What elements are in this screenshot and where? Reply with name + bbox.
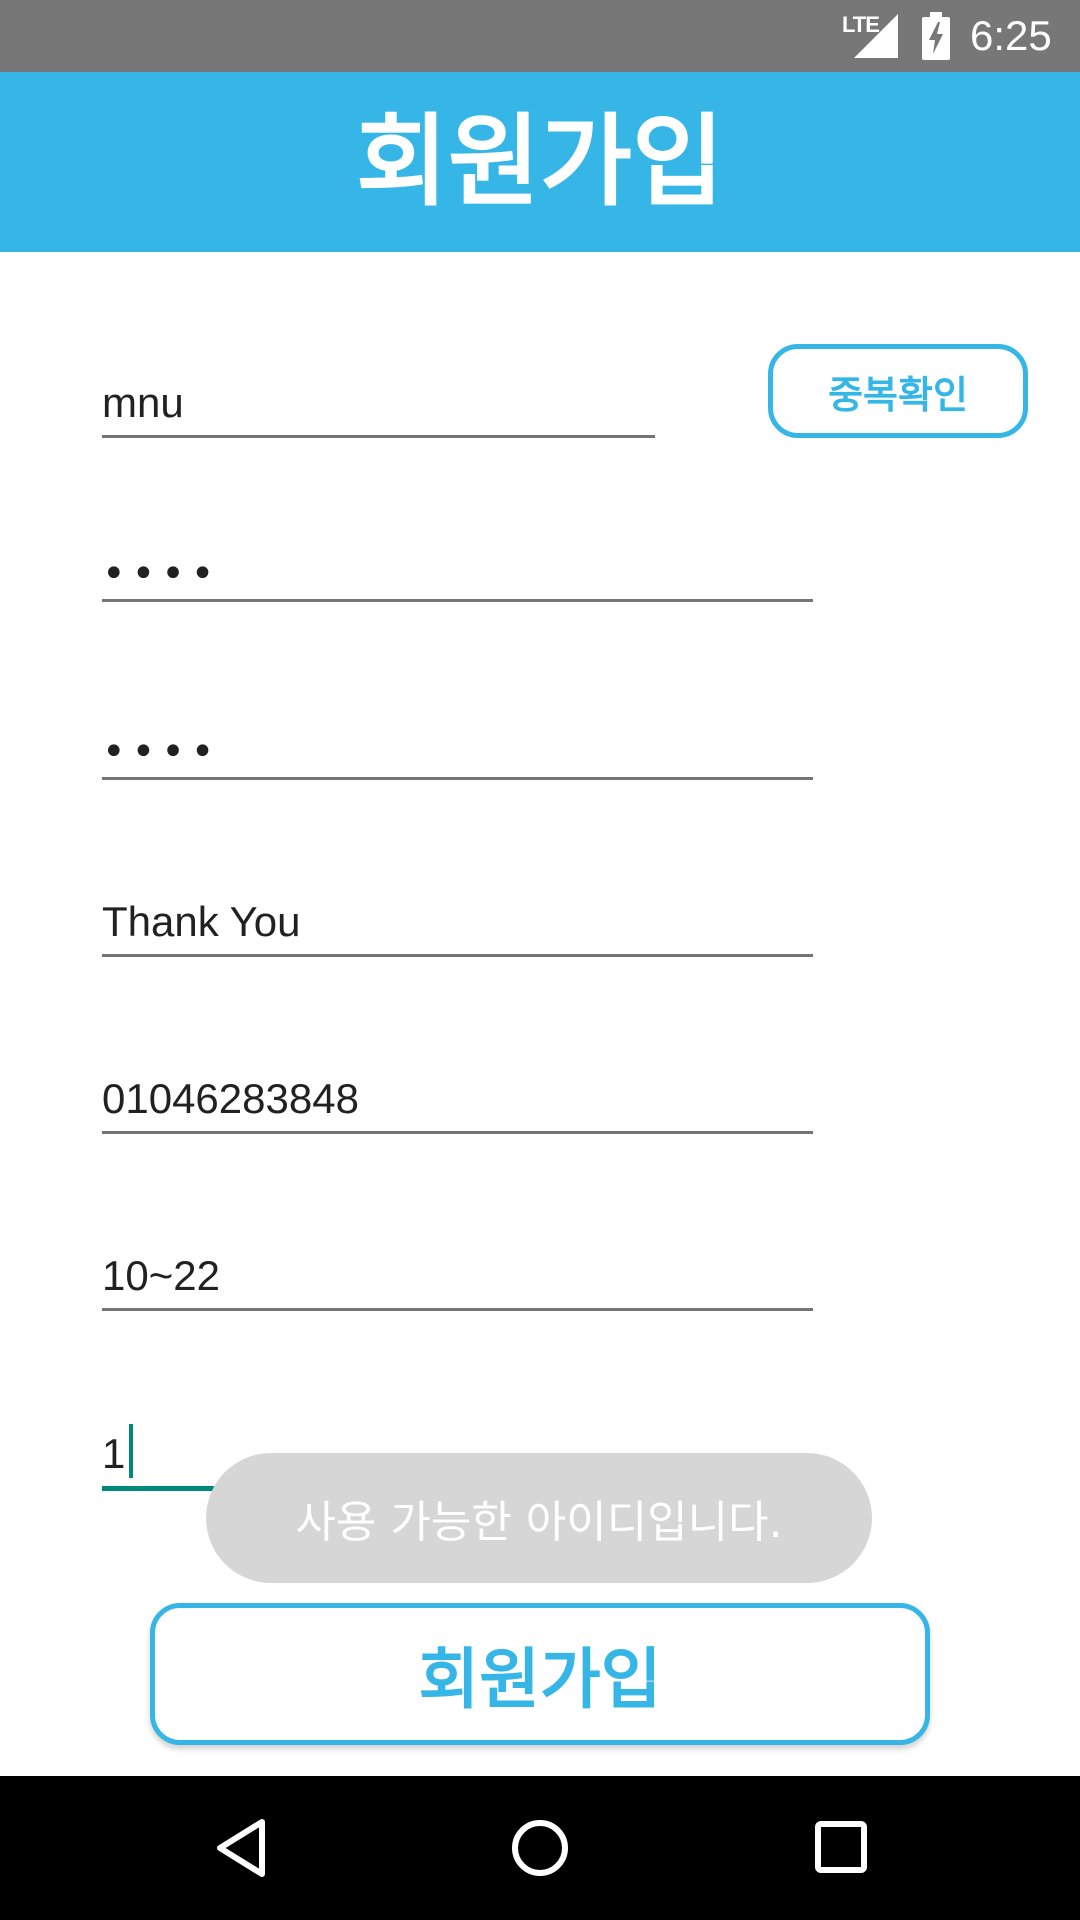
password-confirm-field[interactable]: •••• — [102, 690, 813, 780]
recents-icon[interactable] — [814, 1820, 868, 1874]
home-icon[interactable] — [510, 1818, 570, 1878]
back-icon[interactable] — [212, 1816, 272, 1880]
register-button[interactable]: 회원가입 — [150, 1603, 930, 1745]
battery-charging-icon — [922, 12, 950, 60]
name-field-value: Thank You — [102, 898, 301, 945]
app-bar: 회원가입 — [0, 72, 1080, 252]
password-confirm-field-value: •••• — [102, 729, 221, 775]
age-field-value: 10~22 — [102, 1252, 220, 1299]
name-field[interactable]: Thank You — [102, 867, 813, 957]
network-type-label: LTE — [842, 12, 880, 37]
age-field[interactable]: 10~22 — [102, 1221, 813, 1311]
id-field-value: mnu — [102, 379, 184, 426]
navigation-bar — [0, 1776, 1080, 1920]
password-field-value: •••• — [102, 551, 221, 597]
signup-screen: LTE 6:25 회원가입 mnu 중복확인 •••• •••• Thank Y… — [0, 0, 1080, 1920]
phone-field[interactable]: 01046283848 — [102, 1044, 813, 1134]
status-time: 6:25 — [970, 12, 1052, 59]
last-field-content: 1 — [102, 1424, 134, 1486]
duplicate-check-button[interactable]: 중복확인 — [768, 344, 1028, 438]
last-field-value: 1 — [102, 1430, 126, 1477]
text-cursor — [129, 1424, 134, 1478]
password-field[interactable]: •••• — [102, 512, 813, 602]
phone-field-value: 01046283848 — [102, 1075, 359, 1122]
toast-message: 사용 가능한 아이디입니다. — [206, 1453, 872, 1583]
status-bar: LTE 6:25 — [0, 0, 1080, 72]
page-title: 회원가입 — [356, 103, 724, 220]
id-field[interactable]: mnu — [102, 348, 655, 438]
